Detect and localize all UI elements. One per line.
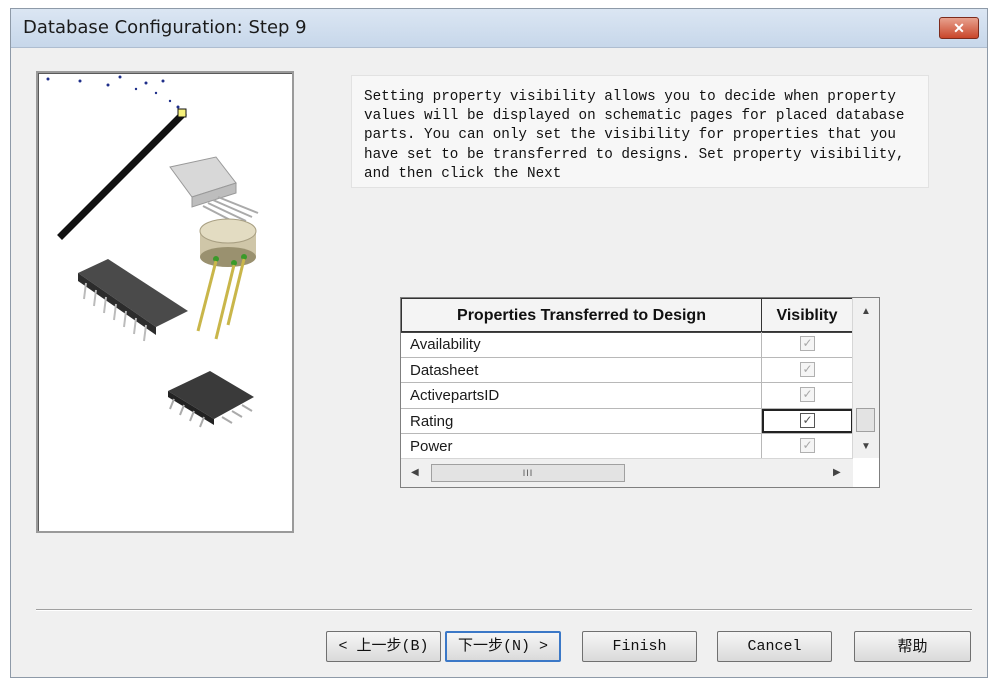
dialog-title: Database Configuration: Step 9 [23, 17, 307, 38]
close-icon: ✕ [953, 20, 965, 36]
property-name-cell[interactable]: Rating [401, 408, 762, 434]
visibility-checkbox[interactable]: ✓ [800, 361, 815, 377]
visibility-cell[interactable]: ✓ [762, 332, 853, 357]
scroll-right-icon[interactable]: ▶ [833, 467, 841, 478]
property-name-cell[interactable]: ActivepartsID [401, 383, 762, 408]
button-separator [36, 609, 972, 611]
close-button[interactable]: ✕ [939, 17, 979, 39]
finish-button[interactable]: Finish [582, 631, 697, 662]
sparkle-icon [46, 75, 180, 109]
visibility-checkbox[interactable]: ✓ [800, 336, 815, 351]
back-button[interactable]: < 上一步(B) [326, 631, 441, 662]
visibility-cell[interactable]: ✓ [762, 408, 853, 434]
scroll-down-icon[interactable]: ▼ [853, 441, 879, 452]
can-transistor-icon [196, 218, 257, 340]
property-name-cell[interactable]: Power [401, 434, 762, 459]
title-bar: Database Configuration: Step 9 ✕ [11, 9, 987, 48]
power-transistor-icon [169, 156, 259, 226]
grid-rows: Availability ✓ Datasheet ✓ ActivepartsID ✓ Rat… [401, 332, 853, 460]
table-row[interactable]: Datasheet ✓ [401, 357, 853, 384]
description-box: Setting property visibility allows you t… [351, 75, 929, 188]
help-button[interactable]: 帮助 [854, 631, 971, 662]
column-header-visibility[interactable]: Visiblity [762, 298, 853, 332]
visibility-checkbox[interactable]: ✓ [800, 412, 815, 428]
horizontal-scrollbar[interactable]: ◀ III ▶ [401, 458, 853, 487]
visibility-cell[interactable]: ✓ [762, 434, 853, 459]
property-name-cell[interactable]: Availability [401, 332, 762, 357]
properties-grid[interactable]: Properties Transferred to Design Visibli… [400, 297, 880, 488]
wizard-illustration [36, 71, 294, 533]
vertical-scroll-thumb[interactable] [856, 408, 875, 432]
next-button[interactable]: 下一步(N) > [445, 631, 561, 662]
scroll-up-icon[interactable]: ▲ [853, 306, 879, 317]
magic-wand-icon [57, 108, 187, 240]
visibility-checkbox[interactable]: ✓ [800, 387, 815, 403]
horizontal-scroll-thumb[interactable]: III [431, 464, 625, 482]
scroll-left-icon[interactable]: ◀ [411, 467, 419, 478]
electronic-components-illustration [46, 75, 259, 428]
table-row[interactable]: Availability ✓ [401, 332, 853, 358]
visibility-cell[interactable]: ✓ [762, 358, 853, 383]
cancel-button[interactable]: Cancel [717, 631, 832, 662]
visibility-checkbox[interactable]: ✓ [800, 438, 815, 454]
dip-chip-icon [78, 259, 188, 342]
database-configuration-dialog: Database Configuration: Step 9 ✕ Setting… [10, 8, 988, 678]
column-header-property[interactable]: Properties Transferred to Design [401, 298, 762, 332]
grid-header: Properties Transferred to Design Visibli… [401, 298, 853, 333]
table-row[interactable]: Rating ✓ [401, 408, 853, 435]
soic-chip-icon [168, 371, 254, 428]
visibility-cell[interactable]: ✓ [762, 383, 853, 408]
vertical-scrollbar[interactable]: ▲ ▼ [852, 298, 879, 458]
description-text: Setting property visibility allows you t… [364, 89, 914, 182]
table-row[interactable]: Power ✓ [401, 434, 853, 460]
table-row[interactable]: ActivepartsID ✓ [401, 383, 853, 409]
property-name-cell[interactable]: Datasheet [401, 357, 762, 383]
